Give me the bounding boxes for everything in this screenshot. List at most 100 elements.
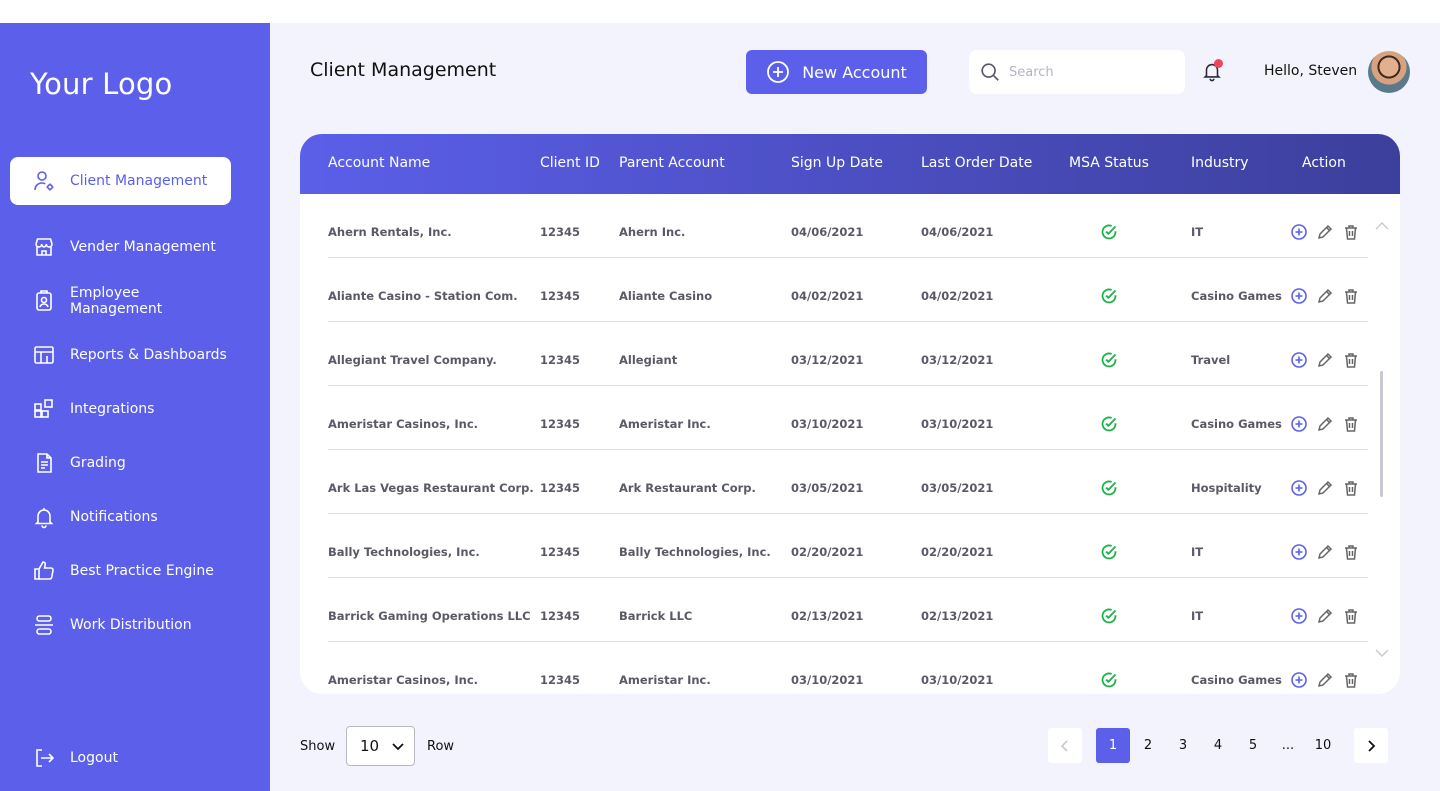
pagination-page-1[interactable]: 1 — [1096, 728, 1130, 763]
sidebar-item-best-practice-engine[interactable]: Best Practice Engine — [10, 547, 231, 595]
edit-pencil-icon[interactable] — [1316, 351, 1334, 369]
add-circle-icon — [766, 60, 802, 84]
chevron-left-icon — [1058, 739, 1072, 753]
sidebar-item-employee-management[interactable]: Employee Management — [10, 277, 231, 325]
sidebar-item-vender-management[interactable]: Vender Management — [10, 223, 231, 271]
msa-status-check-icon — [1100, 479, 1118, 497]
pagination-page-10[interactable]: 10 — [1306, 728, 1340, 763]
cell-client-id: 12345 — [540, 417, 581, 431]
table-row[interactable]: Bally Technologies, Inc. 12345 Bally Techn… — [328, 514, 1368, 578]
cell-parent-account: Ameristar Inc. — [619, 673, 711, 687]
cell-client-id: 12345 — [540, 545, 581, 559]
table-row[interactable]: Ameristar Casinos, Inc. 12345 Ameristar In… — [328, 386, 1368, 450]
column-header-msa-status[interactable]: MSA Status — [1069, 155, 1149, 171]
new-account-button[interactable]: New Account — [746, 50, 927, 94]
cell-industry: Casino Games — [1191, 673, 1282, 687]
cell-parent-account: Aliante Casino — [619, 289, 713, 303]
column-header-industry[interactable]: Industry — [1191, 155, 1249, 171]
column-header-account-name[interactable]: Account Name — [328, 155, 430, 171]
table-row[interactable]: Barrick Gaming Operations LLC 12345 Barric… — [328, 578, 1368, 642]
search-input[interactable] — [1009, 64, 1169, 80]
msa-status-check-icon — [1100, 415, 1118, 433]
notification-bell[interactable] — [1201, 59, 1223, 82]
cell-last-order-date: 03/05/2021 — [921, 481, 994, 495]
edit-pencil-icon[interactable] — [1316, 479, 1334, 497]
trash-icon[interactable] — [1342, 351, 1360, 369]
logout-button[interactable]: Logout — [10, 734, 231, 782]
cell-client-id: 12345 — [540, 481, 581, 495]
cell-last-order-date: 02/13/2021 — [921, 609, 994, 623]
scrollbar-thumb[interactable] — [1380, 371, 1383, 497]
trash-icon[interactable] — [1342, 607, 1360, 625]
trash-icon[interactable] — [1342, 415, 1360, 433]
distribution-icon — [32, 613, 56, 637]
pagination-page-4[interactable]: 4 — [1201, 728, 1235, 763]
cell-account-name: Aliante Casino - Station Com. — [328, 289, 518, 303]
chevron-down-icon — [379, 739, 405, 753]
cell-industry: Casino Games — [1191, 417, 1282, 431]
edit-pencil-icon[interactable] — [1316, 223, 1334, 241]
rows-per-page-value: 10 — [360, 737, 380, 755]
edit-pencil-icon[interactable] — [1316, 415, 1334, 433]
cell-account-name: Ark Las Vegas Restaurant Corp. — [328, 481, 534, 495]
sidebar-item-notifications[interactable]: Notifications — [10, 493, 231, 541]
cell-industry: IT — [1191, 609, 1204, 623]
sidebar-item-integrations[interactable]: Integrations — [10, 385, 231, 433]
table-row[interactable]: Ark Las Vegas Restaurant Corp. 12345 Ark R… — [328, 450, 1368, 514]
cell-sign-up-date: 02/20/2021 — [791, 545, 864, 559]
row-actions — [1290, 415, 1360, 433]
rows-per-page-select[interactable]: 10 — [346, 726, 415, 766]
scroll-down-icon[interactable] — [1375, 643, 1389, 657]
column-header-last-order-date[interactable]: Last Order Date — [921, 155, 1032, 171]
column-header-sign-up-date[interactable]: Sign Up Date — [791, 155, 883, 171]
table-row[interactable]: Ahern Rentals, Inc. 12345 Ahern Inc. 04/06/… — [328, 194, 1368, 258]
cell-industry: Hospitality — [1191, 481, 1262, 495]
column-header-client-id[interactable]: Client ID — [540, 155, 600, 171]
trash-icon[interactable] — [1342, 543, 1360, 561]
msa-status-check-icon — [1100, 351, 1118, 369]
table-row[interactable]: Ameristar Casinos, Inc. 12345 Ameristar In… — [328, 642, 1368, 694]
trash-icon[interactable] — [1342, 671, 1360, 689]
search-box — [969, 50, 1185, 94]
cell-parent-account: Allegiant — [619, 353, 678, 367]
cell-parent-account: Ahern Inc. — [619, 225, 686, 239]
pagination-page-5[interactable]: 5 — [1236, 728, 1270, 763]
trash-icon[interactable] — [1342, 223, 1360, 241]
trash-icon[interactable] — [1342, 479, 1360, 497]
table-row[interactable]: Aliante Casino - Station Com. 12345 Aliant… — [328, 258, 1368, 322]
add-circle-icon[interactable] — [1290, 543, 1308, 561]
row-actions — [1290, 223, 1360, 241]
cell-parent-account: Bally Technologies, Inc. — [619, 545, 771, 559]
cell-last-order-date: 02/20/2021 — [921, 545, 994, 559]
add-circle-icon[interactable] — [1290, 351, 1308, 369]
cell-parent-account: Barrick LLC — [619, 609, 693, 623]
pagination-prev-button[interactable] — [1048, 728, 1082, 763]
avatar[interactable] — [1368, 51, 1410, 93]
store-icon — [32, 235, 56, 259]
column-header-parent-account[interactable]: Parent Account — [619, 155, 725, 171]
table-row[interactable]: Allegiant Travel Company. 12345 Allegiant 0… — [328, 322, 1368, 386]
add-circle-icon[interactable] — [1290, 287, 1308, 305]
edit-pencil-icon[interactable] — [1316, 607, 1334, 625]
pagination-page-3[interactable]: 3 — [1166, 728, 1200, 763]
sidebar-item-reports-dashboards[interactable]: Reports & Dashboards — [10, 331, 231, 379]
add-circle-icon[interactable] — [1290, 415, 1308, 433]
trash-icon[interactable] — [1342, 287, 1360, 305]
sidebar-item-grading[interactable]: Grading — [10, 439, 231, 487]
sidebar-item-work-distribution[interactable]: Work Distribution — [10, 601, 231, 649]
edit-pencil-icon[interactable] — [1316, 671, 1334, 689]
pagination-page-2[interactable]: 2 — [1131, 728, 1165, 763]
add-circle-icon[interactable] — [1290, 223, 1308, 241]
edit-pencil-icon[interactable] — [1316, 287, 1334, 305]
edit-pencil-icon[interactable] — [1316, 543, 1334, 561]
add-circle-icon[interactable] — [1290, 479, 1308, 497]
add-circle-icon[interactable] — [1290, 607, 1308, 625]
integrations-icon — [32, 397, 56, 421]
add-circle-icon[interactable] — [1290, 671, 1308, 689]
cell-client-id: 12345 — [540, 289, 581, 303]
scroll-up-icon[interactable] — [1375, 216, 1389, 230]
main-content: Client Management New Account Hello, Ste… — [270, 23, 1440, 791]
pagination-next-button[interactable] — [1354, 728, 1388, 763]
cell-client-id: 12345 — [540, 673, 581, 687]
sidebar-item-client-management[interactable]: Client Management — [10, 157, 231, 205]
